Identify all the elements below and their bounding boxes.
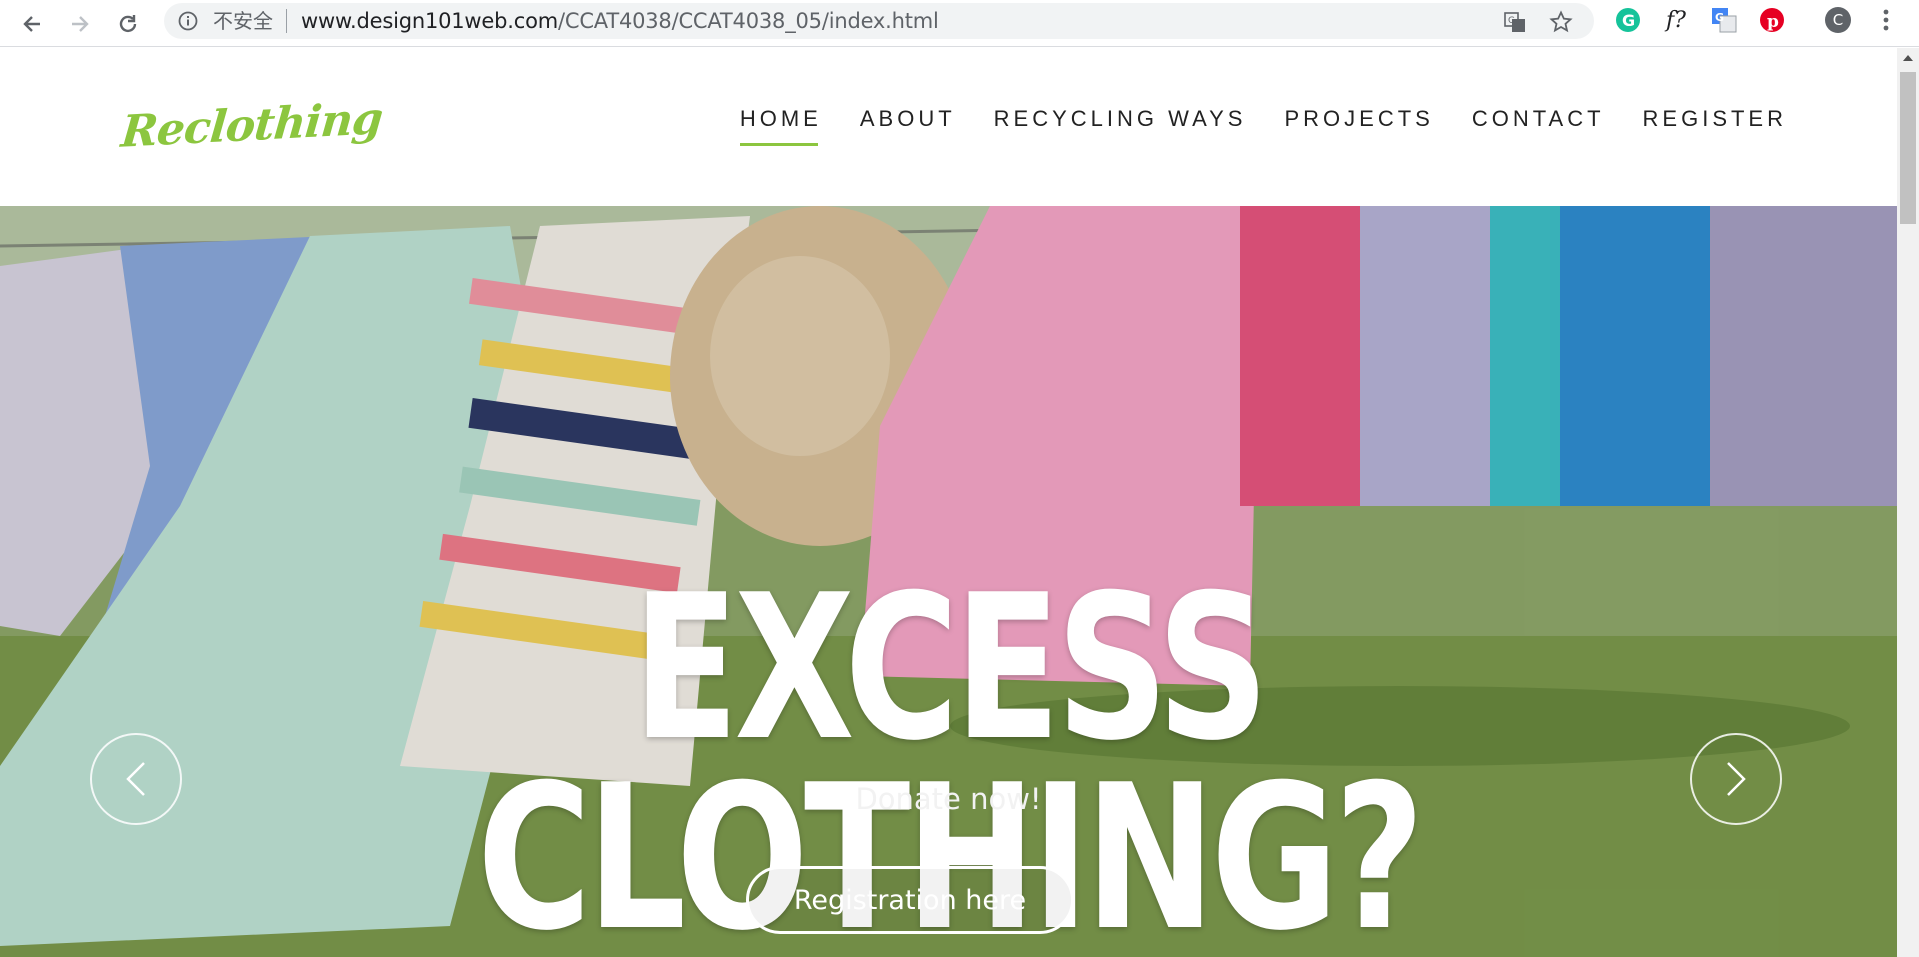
pinterest-icon[interactable]: p [1758, 6, 1786, 34]
grammarly-icon[interactable]: G [1614, 6, 1642, 34]
reload-icon [119, 15, 137, 33]
bookmark-star-icon[interactable] [1548, 9, 1574, 35]
nav-about[interactable]: ABOUT [860, 106, 956, 146]
hero-slider: EXCESS CLOTHING? Donate now! Registratio… [0, 206, 1897, 957]
next-slide-button[interactable] [1690, 733, 1782, 825]
menu-kebab-icon[interactable] [1872, 6, 1900, 34]
back-button[interactable] [16, 8, 48, 40]
nav-home[interactable]: HOME [739, 106, 822, 146]
registration-button[interactable]: Registration here [746, 866, 1074, 934]
page-scrollbar[interactable] [1897, 48, 1919, 957]
forward-button[interactable] [64, 8, 96, 40]
url-host: www.design101web.com [301, 9, 558, 33]
scrollbar-thumb[interactable] [1900, 72, 1916, 224]
url-path: /CCAT4038/CCAT4038_05/index.html [557, 9, 939, 33]
url-text[interactable]: www.design101web.com/CCAT4038/CCAT4038_0… [301, 10, 939, 32]
back-arrow-icon [23, 16, 40, 32]
address-bar[interactable]: 不安全 www.design101web.com/CCAT4038/CCAT40… [164, 3, 1594, 39]
forward-arrow-icon [72, 16, 89, 32]
hero-subtitle: Donate now! [855, 782, 1042, 816]
web-page: Reclothing HOME ABOUT RECYCLING WAYS PRO… [0, 48, 1897, 957]
svg-text:p: p [1767, 12, 1779, 32]
browser-toolbar: 不安全 www.design101web.com/CCAT4038/CCAT40… [0, 0, 1919, 47]
reload-button[interactable] [112, 8, 144, 40]
nav-recycling-ways[interactable]: RECYCLING WAYS [994, 106, 1247, 146]
info-icon[interactable] [178, 11, 198, 36]
nav-projects[interactable]: PROJECTS [1284, 106, 1433, 146]
svg-text:G: G [1715, 11, 1724, 24]
site-header: Reclothing HOME ABOUT RECYCLING WAYS PRO… [0, 48, 1897, 206]
nav-contact[interactable]: CONTACT [1472, 106, 1605, 146]
font-finder-icon[interactable]: f? [1662, 6, 1690, 34]
nav-register[interactable]: REGISTER [1643, 106, 1787, 146]
divider [286, 9, 287, 33]
site-logo[interactable]: Reclothing [119, 93, 384, 157]
security-label: 不安全 [213, 9, 273, 33]
profile-avatar[interactable]: C [1824, 6, 1852, 34]
svg-text:G: G [1508, 16, 1515, 26]
main-nav: HOME ABOUT RECYCLING WAYS PROJECTS CONTA… [702, 106, 1787, 146]
scroll-up-icon[interactable] [1897, 48, 1919, 68]
profile-initial: C [1832, 11, 1844, 29]
chevron-left-icon [126, 762, 145, 796]
svg-text:G: G [1622, 11, 1635, 30]
chevron-right-icon [1727, 762, 1746, 796]
google-translate-icon[interactable]: G [1710, 6, 1738, 34]
prev-slide-button[interactable] [90, 733, 182, 825]
translate-icon[interactable]: G [1502, 9, 1528, 35]
